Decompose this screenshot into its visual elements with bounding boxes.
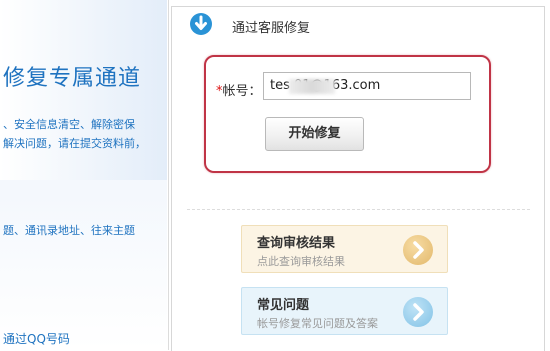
card-subtitle: 点此查询审核结果 (257, 255, 345, 268)
promo-desc-line-1: 、安全信息清空、解除密保 (3, 118, 135, 131)
card-subtitle: 帐号修复常见问题及答案 (257, 317, 378, 330)
chevron-right-icon[interactable] (403, 297, 433, 327)
start-repair-button[interactable]: 开始修复 (265, 117, 364, 151)
account-label: *帐号： (216, 80, 262, 99)
vertical-divider (168, 0, 169, 350)
qq-recovery-link[interactable]: 通过QQ号码 (3, 330, 70, 347)
down-arrow-circle-icon (190, 13, 212, 35)
section-title: 通过客服修复 (232, 21, 311, 36)
promo-description: 、安全信息清空、解除密保 解决问题，请在提交资料前， (3, 115, 167, 153)
promo-title: 修复专属通道 (3, 66, 142, 91)
promo-desc-line-2: 解决问题，请在提交资料前， (3, 137, 146, 150)
promo-desc-line-3: 题、通讯录地址、往来主题 (3, 224, 135, 237)
card-title: 常见问题 (257, 298, 310, 313)
redacted-mask (289, 79, 335, 94)
faq-card[interactable]: 常见问题 帐号修复常见问题及答案 (241, 287, 448, 335)
query-result-card[interactable]: 查询审核结果 点此查询审核结果 (241, 225, 448, 273)
left-promo-panel: 修复专属通道 、安全信息清空、解除密保 解决问题，请在提交资料前， 题、通讯录地… (0, 0, 167, 350)
chevron-right-icon[interactable] (403, 235, 433, 265)
card-title: 查询审核结果 (257, 236, 336, 251)
section-divider (187, 209, 530, 211)
account-label-text: 帐号： (222, 84, 262, 99)
